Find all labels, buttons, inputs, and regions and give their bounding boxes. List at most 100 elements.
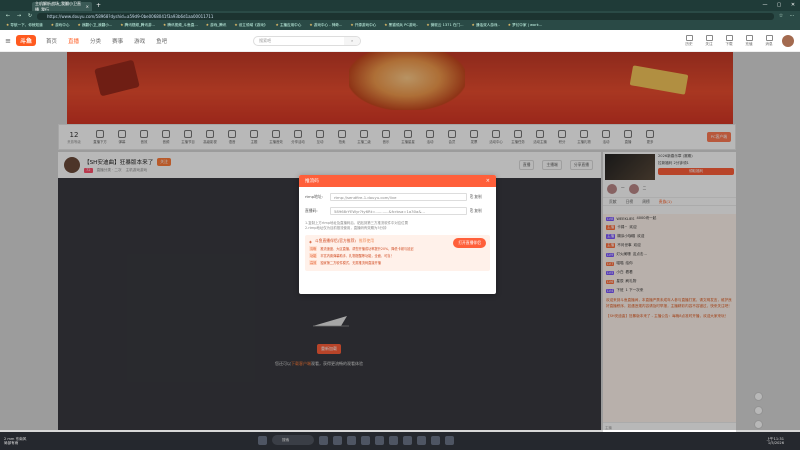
app-icon[interactable] [389, 435, 398, 445]
search-icon[interactable]: ⌕ [344, 36, 361, 45]
bookmark-icon: ★ [6, 23, 11, 27]
top-nav: 首页 直播 分类 赛事 游戏 鱼吧 [46, 37, 167, 45]
bookmark-item[interactable]: ★ 通话双人游戏.. [472, 23, 500, 28]
bookmark-icon: ★ [234, 23, 239, 27]
nav-item[interactable]: 赛事 [112, 37, 123, 45]
nav-item[interactable]: 分类 [90, 37, 101, 45]
promo-sub: 推荐使用 [358, 238, 375, 243]
app-icon[interactable] [403, 435, 412, 445]
bookmark-item[interactable]: ★ 黑猫领兵 PC游戏.. [384, 23, 418, 28]
promo-key: 功能 [309, 253, 318, 258]
bookmark-item[interactable]: ★ 主播应用中心 [275, 23, 301, 28]
bookmark-item[interactable]: ★ 我翻小卫_我翻小... [77, 23, 112, 28]
bookmark-icon: ★ [350, 23, 355, 27]
promo-text: 推流速度、大区直播，帮您开播成功率提升20%，降低卡顿与延迟 [320, 247, 414, 251]
bookmark-item[interactable]: ★ 导航一下，你就知道 [6, 23, 43, 28]
browser-tab[interactable]: 主机解析战场_我翻小卫直播_我行 × [32, 1, 92, 12]
taskbar: 2 mm 东南风 局部有雨 搜索 上午11:31 1/5/2026 [0, 432, 800, 450]
reload-icon[interactable]: ↻ [26, 13, 34, 19]
site-logo[interactable]: 斗鱼 [16, 35, 37, 46]
back-icon[interactable]: ← [4, 13, 12, 19]
bookmark-icon: ★ [77, 23, 82, 27]
app-icon[interactable] [431, 435, 440, 445]
copy-key-button[interactable]: ⎘ 复制 [470, 208, 490, 214]
address-bar: ← → ↻ https://www.douyu.com/58968?dyshid… [0, 11, 800, 21]
close-icon[interactable]: × [86, 4, 89, 9]
bookmark-icon: ★ [50, 23, 56, 27]
window-close-icon[interactable]: ✕ [786, 0, 800, 11]
promo-text: 独家第二方软件模式，无需推流码直接开播 [320, 261, 381, 265]
app-icon[interactable] [347, 435, 356, 445]
menu-icon[interactable]: ≡ [0, 37, 16, 45]
download-icon [725, 34, 733, 41]
star-icon[interactable]: ☆ [777, 13, 785, 19]
app-icon[interactable] [417, 435, 426, 445]
bookmark-icon: ★ [163, 23, 168, 27]
bookmark-icon: ★ [275, 23, 280, 27]
app-icon[interactable] [375, 435, 384, 445]
bookmark-item[interactable]: ★ 开源游戏中心 [350, 23, 376, 28]
nav-item[interactable]: 鱼吧 [156, 37, 167, 45]
url-input[interactable]: https://www.douyu.com/58968?dyshid=a59d9… [37, 12, 774, 20]
avatar[interactable] [782, 34, 794, 47]
app-icon[interactable] [445, 435, 454, 445]
nav-item[interactable]: 首页 [46, 37, 57, 45]
promo-text: 丰富内置弹幕助手、礼物提醒等功能，全面、可靠！ [320, 254, 394, 258]
companion-icon: ◈ [309, 238, 312, 244]
rtmp-label: rtmp地址: [305, 194, 324, 199]
clock[interactable]: 上午11:31 1/5/2026 [766, 437, 796, 446]
bookmark-item[interactable]: ★ 腾讯视频_斗鱼直... [163, 23, 198, 28]
app-icon[interactable] [333, 435, 342, 445]
bookmark-item[interactable]: ★ 游戏中心 [51, 23, 70, 28]
bookmark-item[interactable]: ★ 梦幻中家 | work... [508, 23, 542, 28]
promo-title: 斗鱼直播伴侣(官方推荐) [314, 238, 356, 243]
maximize-icon[interactable]: ▢ [772, 0, 786, 11]
tab-bar: 主机解析战场_我翻小卫直播_我行 × + — ▢ ✕ [0, 0, 800, 12]
weather-widget[interactable]: 2 mm 东南风 局部有雨 [4, 437, 26, 445]
push-code-dialog: 推流码 × rtmp地址: rtmp://sendfire-1.douyu.co… [299, 175, 496, 294]
taskbar-search[interactable]: 搜索 [272, 435, 314, 445]
bookmark-icon: ★ [384, 23, 389, 27]
dialog-tips: 1.复制上方rtmp地址及直播码后，粘贴到第三方推流软件中对应位置 2.rtmp… [305, 221, 408, 230]
follow-button[interactable]: 关注 [702, 34, 716, 47]
nav-item[interactable]: 游戏 [134, 37, 145, 45]
download-button[interactable]: 下载 [722, 34, 736, 47]
forward-icon[interactable]: → [15, 13, 23, 19]
bookmark-icon: ★ [426, 23, 431, 27]
coin-icon [745, 34, 753, 41]
bookmark-icon: ★ [205, 23, 211, 27]
promo-key: 高效 [309, 260, 318, 265]
heart-icon [705, 34, 713, 41]
promo-line: 功能 丰富内置弹幕助手、礼物提醒等功能，全面、可靠！ [309, 253, 486, 258]
promo-line: 高效 独家第二方软件模式，无需推流码直接开播 [309, 260, 486, 265]
rtmp-field[interactable]: rtmp://sendfire-1.douyu.com/live [330, 193, 467, 201]
recharge-button[interactable]: 充值 [742, 34, 756, 47]
close-icon[interactable]: × [486, 178, 490, 184]
new-tab-icon[interactable]: + [96, 2, 101, 11]
promo-key: 清晰 [309, 246, 318, 251]
start-icon[interactable] [258, 435, 267, 445]
message-button[interactable]: 消息 [762, 34, 776, 47]
open-companion-button[interactable]: 打开直播伴侣 [453, 238, 486, 248]
bookmark-icon: ★ [507, 23, 513, 27]
bookmark-item[interactable]: ★ 游戏_腾讯 [206, 23, 227, 28]
copy-rtmp-button[interactable]: ⎘ 复制 [470, 194, 490, 200]
window-controls: — ▢ ✕ [758, 0, 800, 11]
bookmark-icon: ★ [120, 23, 125, 27]
extensions-icon[interactable]: ⋯ [788, 13, 796, 19]
site-header: ≡ 斗鱼 首页 直播 分类 赛事 游戏 鱼吧 搜索吧 ⌕ 历史 关注 下载 充值 消息 [0, 30, 800, 52]
message-icon [765, 34, 773, 41]
history-button[interactable]: 历史 [682, 34, 696, 47]
stream-key-field[interactable]: 58968rYEWyr?ty6Rt=...........&fcrbsa=1a3… [330, 207, 467, 215]
minimize-icon[interactable]: — [758, 0, 772, 11]
bookmark-item[interactable]: ★ 设立领域《游戏》 [234, 23, 267, 28]
bookmarks-bar: ★ 导航一下，你就知道 ★ 游戏中心 ★ 我翻小卫_我翻小... ★ 腾讯视频_腾讯游… [0, 21, 800, 30]
bookmark-item[interactable]: ★ 微软云 1371 在门... [426, 23, 463, 28]
search-input[interactable]: 搜索吧 ⌕ [253, 35, 362, 46]
bookmark-item[interactable]: ★ 腾讯视频_腾讯游... [120, 23, 155, 28]
dialog-title: 推流码 [305, 179, 319, 184]
bookmark-item[interactable]: ★ 游戏中心 - 神奇... [309, 23, 342, 28]
nav-item[interactable]: 直播 [68, 37, 79, 45]
app-icon[interactable] [361, 435, 370, 445]
app-icon[interactable] [319, 435, 328, 445]
